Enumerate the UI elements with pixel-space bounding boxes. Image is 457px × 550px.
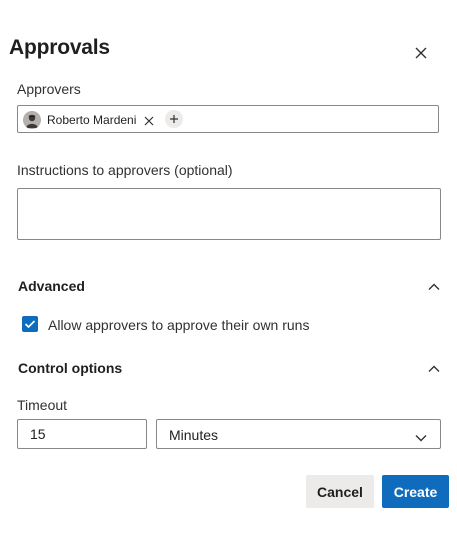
approver-name: Roberto Mardeni [47, 113, 137, 127]
timeout-unit-select[interactable]: Minutes [156, 419, 441, 449]
remove-approver-icon[interactable] [143, 114, 155, 126]
instructions-field[interactable] [17, 188, 441, 240]
dialog-title: Approvals [9, 36, 110, 59]
allow-self-approve-label[interactable]: Allow approvers to approve their own run… [48, 317, 309, 333]
instructions-label: Instructions to approvers (optional) [17, 162, 233, 178]
create-button[interactable]: Create [382, 475, 449, 508]
approvers-label: Approvers [17, 81, 81, 97]
close-icon[interactable] [412, 44, 430, 62]
timeout-unit-value: Minutes [169, 427, 219, 443]
cancel-button[interactable]: Cancel [306, 475, 374, 508]
chevron-up-icon[interactable] [427, 361, 441, 372]
control-options-section-title: Control options [18, 360, 123, 376]
chevron-up-icon[interactable] [427, 279, 441, 290]
checkmark-icon [24, 320, 36, 329]
advanced-section-title: Advanced [18, 278, 85, 294]
add-approver-button[interactable] [165, 110, 183, 128]
timeout-input[interactable] [17, 419, 147, 449]
allow-self-approve-checkbox[interactable] [22, 316, 38, 332]
approvers-picker[interactable]: Roberto Mardeni [17, 105, 439, 133]
approver-chip: Roberto Mardeni [23, 110, 155, 130]
timeout-label: Timeout [17, 397, 68, 413]
user-avatar-icon [23, 111, 41, 129]
plus-icon [170, 115, 178, 123]
chevron-down-icon [414, 430, 428, 442]
